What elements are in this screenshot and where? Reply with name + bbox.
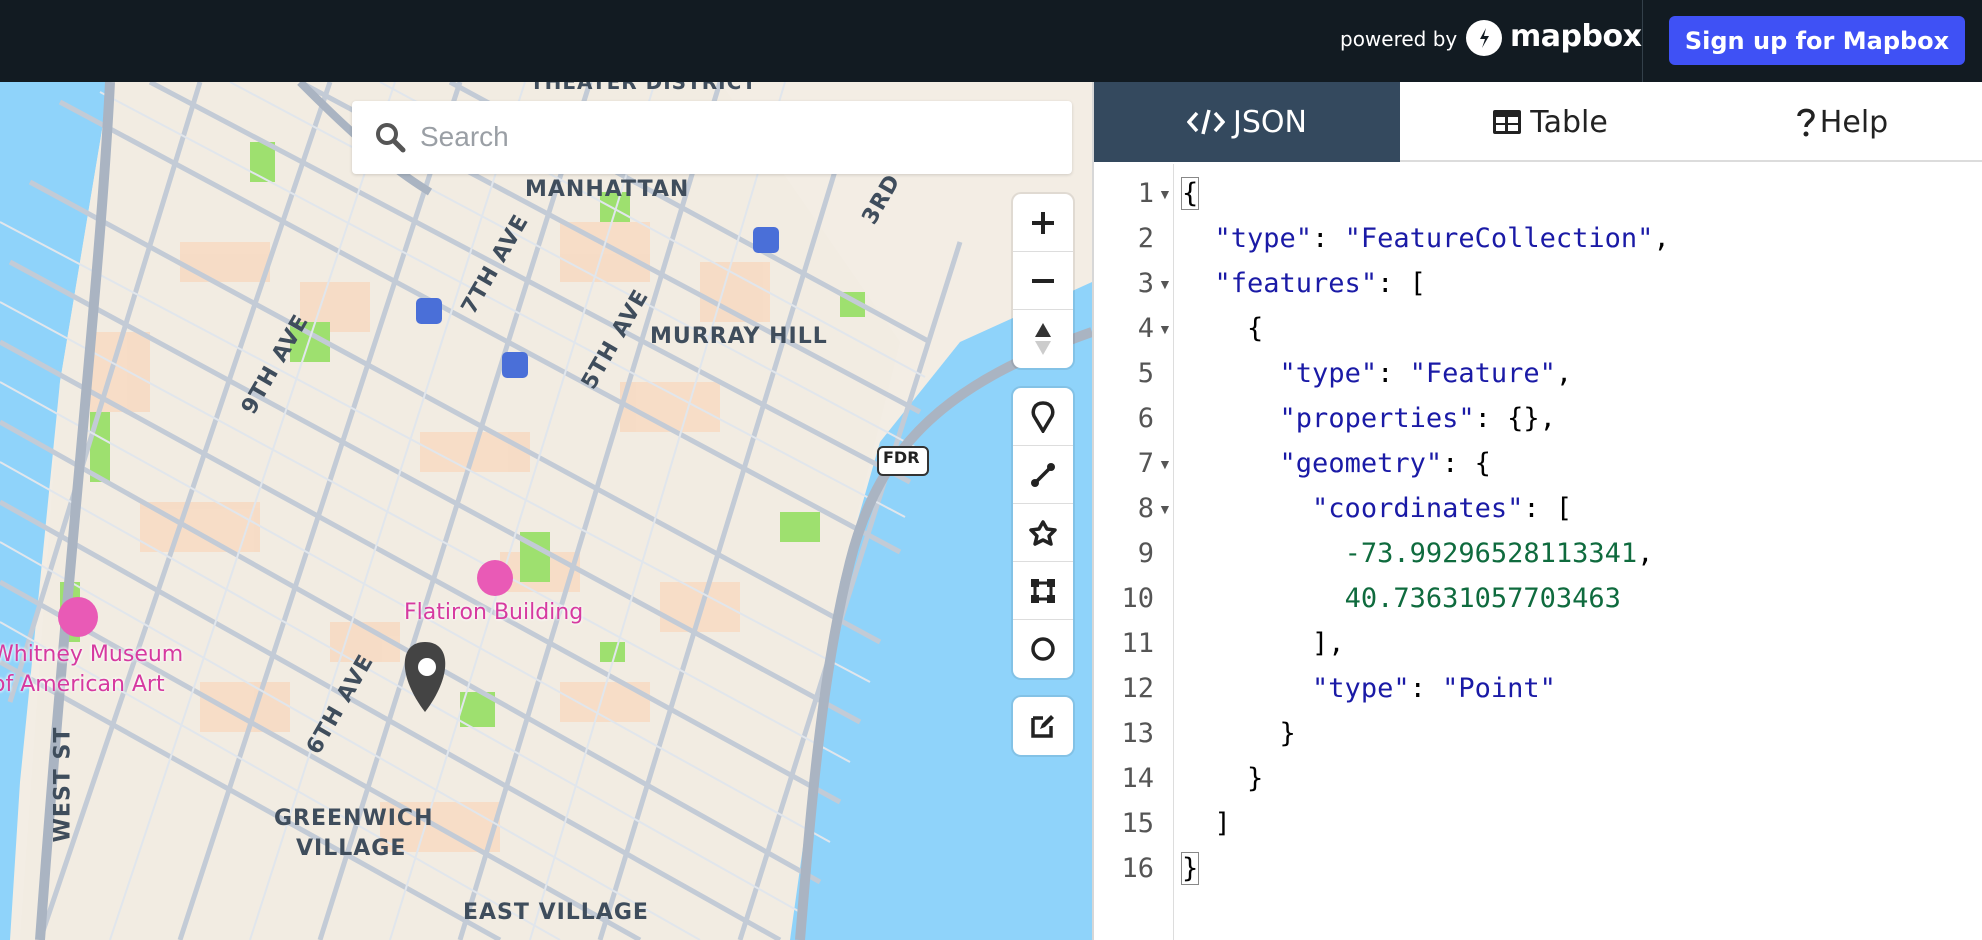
- code-line: {: [1180, 177, 1200, 210]
- code-line: "type": "FeatureCollection",: [1214, 223, 1670, 254]
- draw-circle-button[interactable]: [1013, 620, 1073, 678]
- question-icon: [1796, 106, 1816, 138]
- table-icon: [1492, 109, 1522, 135]
- plus-icon: [1032, 211, 1054, 234]
- code-line: "type": "Feature",: [1279, 358, 1573, 389]
- line-number: 8: [1137, 493, 1154, 524]
- line-number-gutter: 1 ▼ 2 3 ▼ 4 ▼ 5 6 7 ▼ 8 ▼ 9 10 11 12 13 …: [1094, 164, 1174, 940]
- top-bar: powered by mapbox Sign up for Mapbox: [0, 0, 1982, 82]
- map-canvas[interactable]: THEATER DISTRICT MANHATTAN MURRAY HILL G…: [0, 82, 1092, 940]
- divider: [1642, 0, 1643, 82]
- side-panel: JSON Table Help 1 ▼ 2 3 ▼ 4 ▼ 5 6 7 ▼ 8 …: [1092, 82, 1982, 940]
- label-theater-district: THEATER DISTRICT: [530, 82, 757, 94]
- code-line: "geometry": {: [1279, 448, 1491, 479]
- line-number: 12: [1121, 673, 1154, 704]
- fold-arrow-icon[interactable]: ▼: [1158, 456, 1172, 472]
- line-number: 5: [1137, 358, 1154, 389]
- tab-bar: JSON Table Help: [1094, 82, 1982, 162]
- line-number: 13: [1121, 718, 1154, 749]
- fold-arrow-icon[interactable]: ▼: [1158, 186, 1172, 202]
- code-line: {: [1182, 313, 1264, 344]
- code-line: }: [1180, 852, 1200, 885]
- line-number: 4: [1137, 313, 1154, 344]
- code-line: "type": "Point": [1312, 673, 1556, 704]
- mapbox-brand: mapbox: [1510, 19, 1642, 54]
- code-icon: [1187, 107, 1226, 137]
- label-murray-hill: MURRAY HILL: [650, 324, 828, 349]
- draw-line-button[interactable]: [1013, 446, 1073, 504]
- line-icon: [1031, 462, 1055, 487]
- tab-table[interactable]: Table: [1400, 82, 1700, 162]
- marker-icon: [1031, 400, 1055, 433]
- code-line: "properties": {},: [1279, 403, 1556, 434]
- edit-controls: [1013, 697, 1073, 755]
- polygon-icon: [1029, 519, 1057, 546]
- label-greenwich: GREENWICH: [274, 806, 434, 831]
- line-number: 15: [1121, 808, 1154, 839]
- zoom-out-button[interactable]: [1013, 252, 1073, 310]
- search-box: [352, 101, 1072, 174]
- minus-icon: [1032, 278, 1054, 283]
- line-number: 14: [1121, 763, 1154, 794]
- compass-button[interactable]: [1013, 310, 1073, 368]
- line-number: 1: [1137, 178, 1154, 209]
- label-fdr: FDR: [883, 448, 920, 467]
- line-number: 10: [1121, 583, 1154, 614]
- edit-button[interactable]: [1013, 697, 1073, 755]
- line-number: 11: [1121, 628, 1154, 659]
- code-line: "coordinates": [: [1312, 493, 1573, 524]
- tab-help[interactable]: Help: [1700, 82, 1982, 162]
- tab-json[interactable]: JSON: [1094, 82, 1400, 162]
- poi-whitney-line2[interactable]: of American Art: [0, 672, 165, 697]
- fold-arrow-icon[interactable]: ▼: [1158, 276, 1172, 292]
- signup-button[interactable]: Sign up for Mapbox: [1669, 16, 1965, 65]
- code-line: -73.99296528113341,: [1344, 538, 1654, 569]
- line-number: 16: [1121, 853, 1154, 884]
- label-west-st: WEST ST: [50, 726, 76, 843]
- tab-help-label: Help: [1819, 104, 1889, 140]
- powered-by-text: powered by: [1340, 27, 1458, 51]
- line-number: 7: [1137, 448, 1154, 479]
- compass-icon: [1035, 323, 1051, 355]
- code-line: ]: [1182, 808, 1231, 839]
- label-village: VILLAGE: [296, 836, 407, 861]
- code-line: }: [1182, 718, 1296, 749]
- mapbox-logo-icon: [1466, 20, 1502, 56]
- poi-flatiron[interactable]: Flatiron Building: [404, 600, 583, 625]
- tab-json-label: JSON: [1233, 104, 1307, 140]
- code-line: "features": [: [1214, 268, 1426, 299]
- draw-rectangle-button[interactable]: [1013, 562, 1073, 620]
- draw-polygon-button[interactable]: [1013, 504, 1073, 562]
- draw-controls: [1013, 388, 1073, 678]
- fold-arrow-icon[interactable]: ▼: [1158, 501, 1172, 517]
- code-line: 40.73631057703463: [1344, 583, 1621, 614]
- tab-table-label: Table: [1530, 104, 1608, 140]
- line-number: 6: [1137, 403, 1154, 434]
- edit-icon: [1031, 715, 1054, 738]
- line-number: 3: [1137, 268, 1154, 299]
- zoom-in-button[interactable]: [1013, 194, 1073, 252]
- draw-point-button[interactable]: [1013, 388, 1073, 446]
- map-tiles: [0, 82, 1092, 940]
- fold-arrow-icon[interactable]: ▼: [1158, 321, 1172, 337]
- poi-whitney-line1[interactable]: Whitney Museum: [0, 642, 183, 667]
- json-editor[interactable]: 1 ▼ 2 3 ▼ 4 ▼ 5 6 7 ▼ 8 ▼ 9 10 11 12 13 …: [1094, 164, 1982, 940]
- code-line: ],: [1182, 628, 1345, 659]
- search-input[interactable]: [420, 115, 1050, 159]
- line-number: 9: [1137, 538, 1154, 569]
- label-east-village: EAST VILLAGE: [463, 900, 649, 925]
- line-number: 2: [1137, 223, 1154, 254]
- rectangle-icon: [1031, 578, 1055, 603]
- search-icon: [374, 121, 406, 158]
- circle-icon: [1031, 637, 1055, 661]
- zoom-controls: [1013, 194, 1073, 368]
- code-line: }: [1182, 763, 1264, 794]
- label-manhattan: MANHATTAN: [525, 177, 690, 202]
